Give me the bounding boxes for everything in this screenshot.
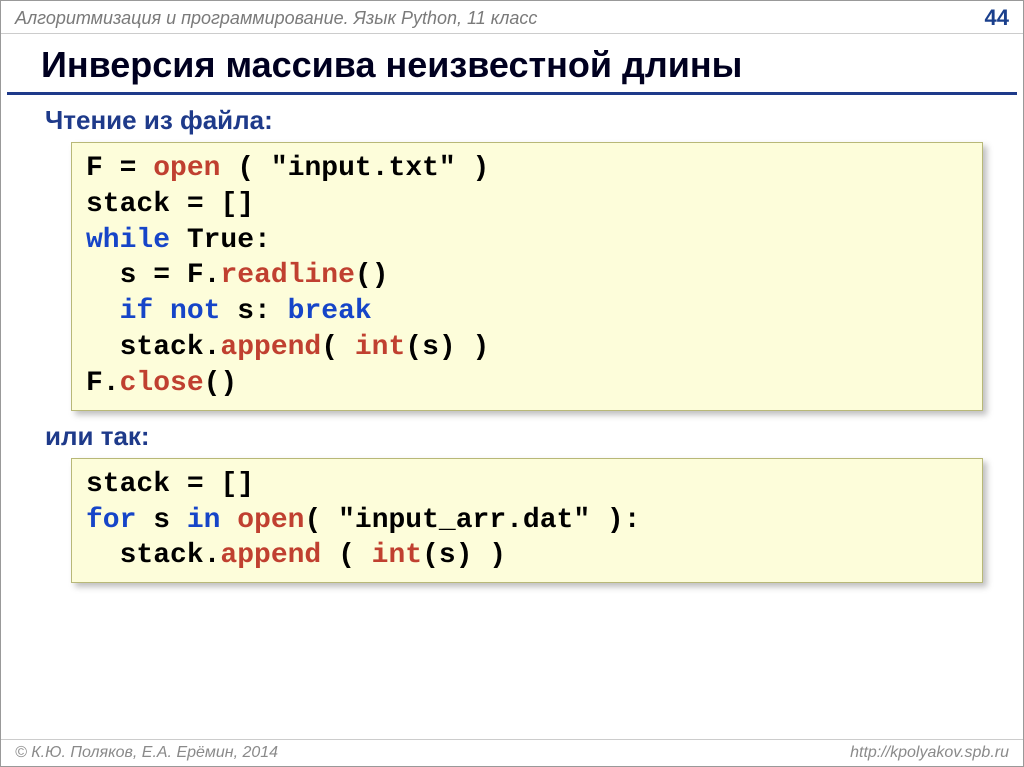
code-text: True: (170, 225, 271, 256)
code-text: F (86, 153, 103, 184)
code-text: stack (86, 189, 170, 220)
code-fn: open (237, 505, 304, 536)
code-text: [] (220, 189, 254, 220)
code-kw: while (86, 225, 170, 256)
code-text: ( "input_arr.dat" ): (304, 505, 640, 536)
code-text (153, 296, 170, 327)
code-fn: readline (220, 260, 354, 291)
code-text: (s) ) (422, 540, 506, 571)
section-label-1: Чтение из файла: (1, 95, 1023, 142)
code-kw: not (170, 296, 220, 327)
code-kw: if (120, 296, 154, 327)
course-title: Алгоритмизация и программирование. Язык … (15, 8, 537, 29)
code-fn: close (120, 368, 204, 399)
code-fn: int (372, 540, 422, 571)
code-text: = (120, 153, 137, 184)
code-text: F. (86, 368, 120, 399)
code-text: "input.txt" ) (254, 153, 489, 184)
code-text: stack. (86, 540, 220, 571)
code-text: [] (220, 469, 254, 500)
section-label-2: или так: (1, 411, 1023, 458)
code-text (220, 505, 237, 536)
code-block-2: stack = [] for s in open( "input_arr.dat… (71, 458, 983, 583)
code-block-1: F = open ( "input.txt" ) stack = [] whil… (71, 142, 983, 411)
code-text: = (187, 469, 204, 500)
code-kw: in (187, 505, 221, 536)
code-fn: append (220, 540, 321, 571)
code-text: ( (321, 332, 355, 363)
code-fn: open (153, 153, 220, 184)
slide-footer: © К.Ю. Поляков, Е.А. Ерёмин, 2014 http:/… (1, 739, 1023, 766)
code-text: = (153, 260, 170, 291)
code-text: (s) ) (405, 332, 489, 363)
code-text: () (355, 260, 389, 291)
code-kw: break (288, 296, 372, 327)
slide-header: Алгоритмизация и программирование. Язык … (1, 1, 1023, 34)
page-number: 44 (985, 5, 1009, 31)
page-title: Инверсия массива неизвестной длины (7, 34, 1017, 95)
code-text: s (136, 505, 186, 536)
code-fn: append (220, 332, 321, 363)
code-text: stack. (86, 332, 220, 363)
slide: Алгоритмизация и программирование. Язык … (0, 0, 1024, 767)
code-text: ( (338, 540, 372, 571)
code-text: = (187, 189, 204, 220)
code-text: s (86, 260, 136, 291)
code-text: s: (220, 296, 287, 327)
code-text: F. (187, 260, 221, 291)
footer-copyright: © К.Ю. Поляков, Е.А. Ерёмин, 2014 (15, 744, 278, 762)
code-text (86, 296, 120, 327)
footer-url: http://kpolyakov.spb.ru (850, 744, 1009, 762)
code-kw: for (86, 505, 136, 536)
code-text: ( (237, 153, 254, 184)
code-text: () (204, 368, 238, 399)
code-fn: int (355, 332, 405, 363)
code-text: stack (86, 469, 170, 500)
